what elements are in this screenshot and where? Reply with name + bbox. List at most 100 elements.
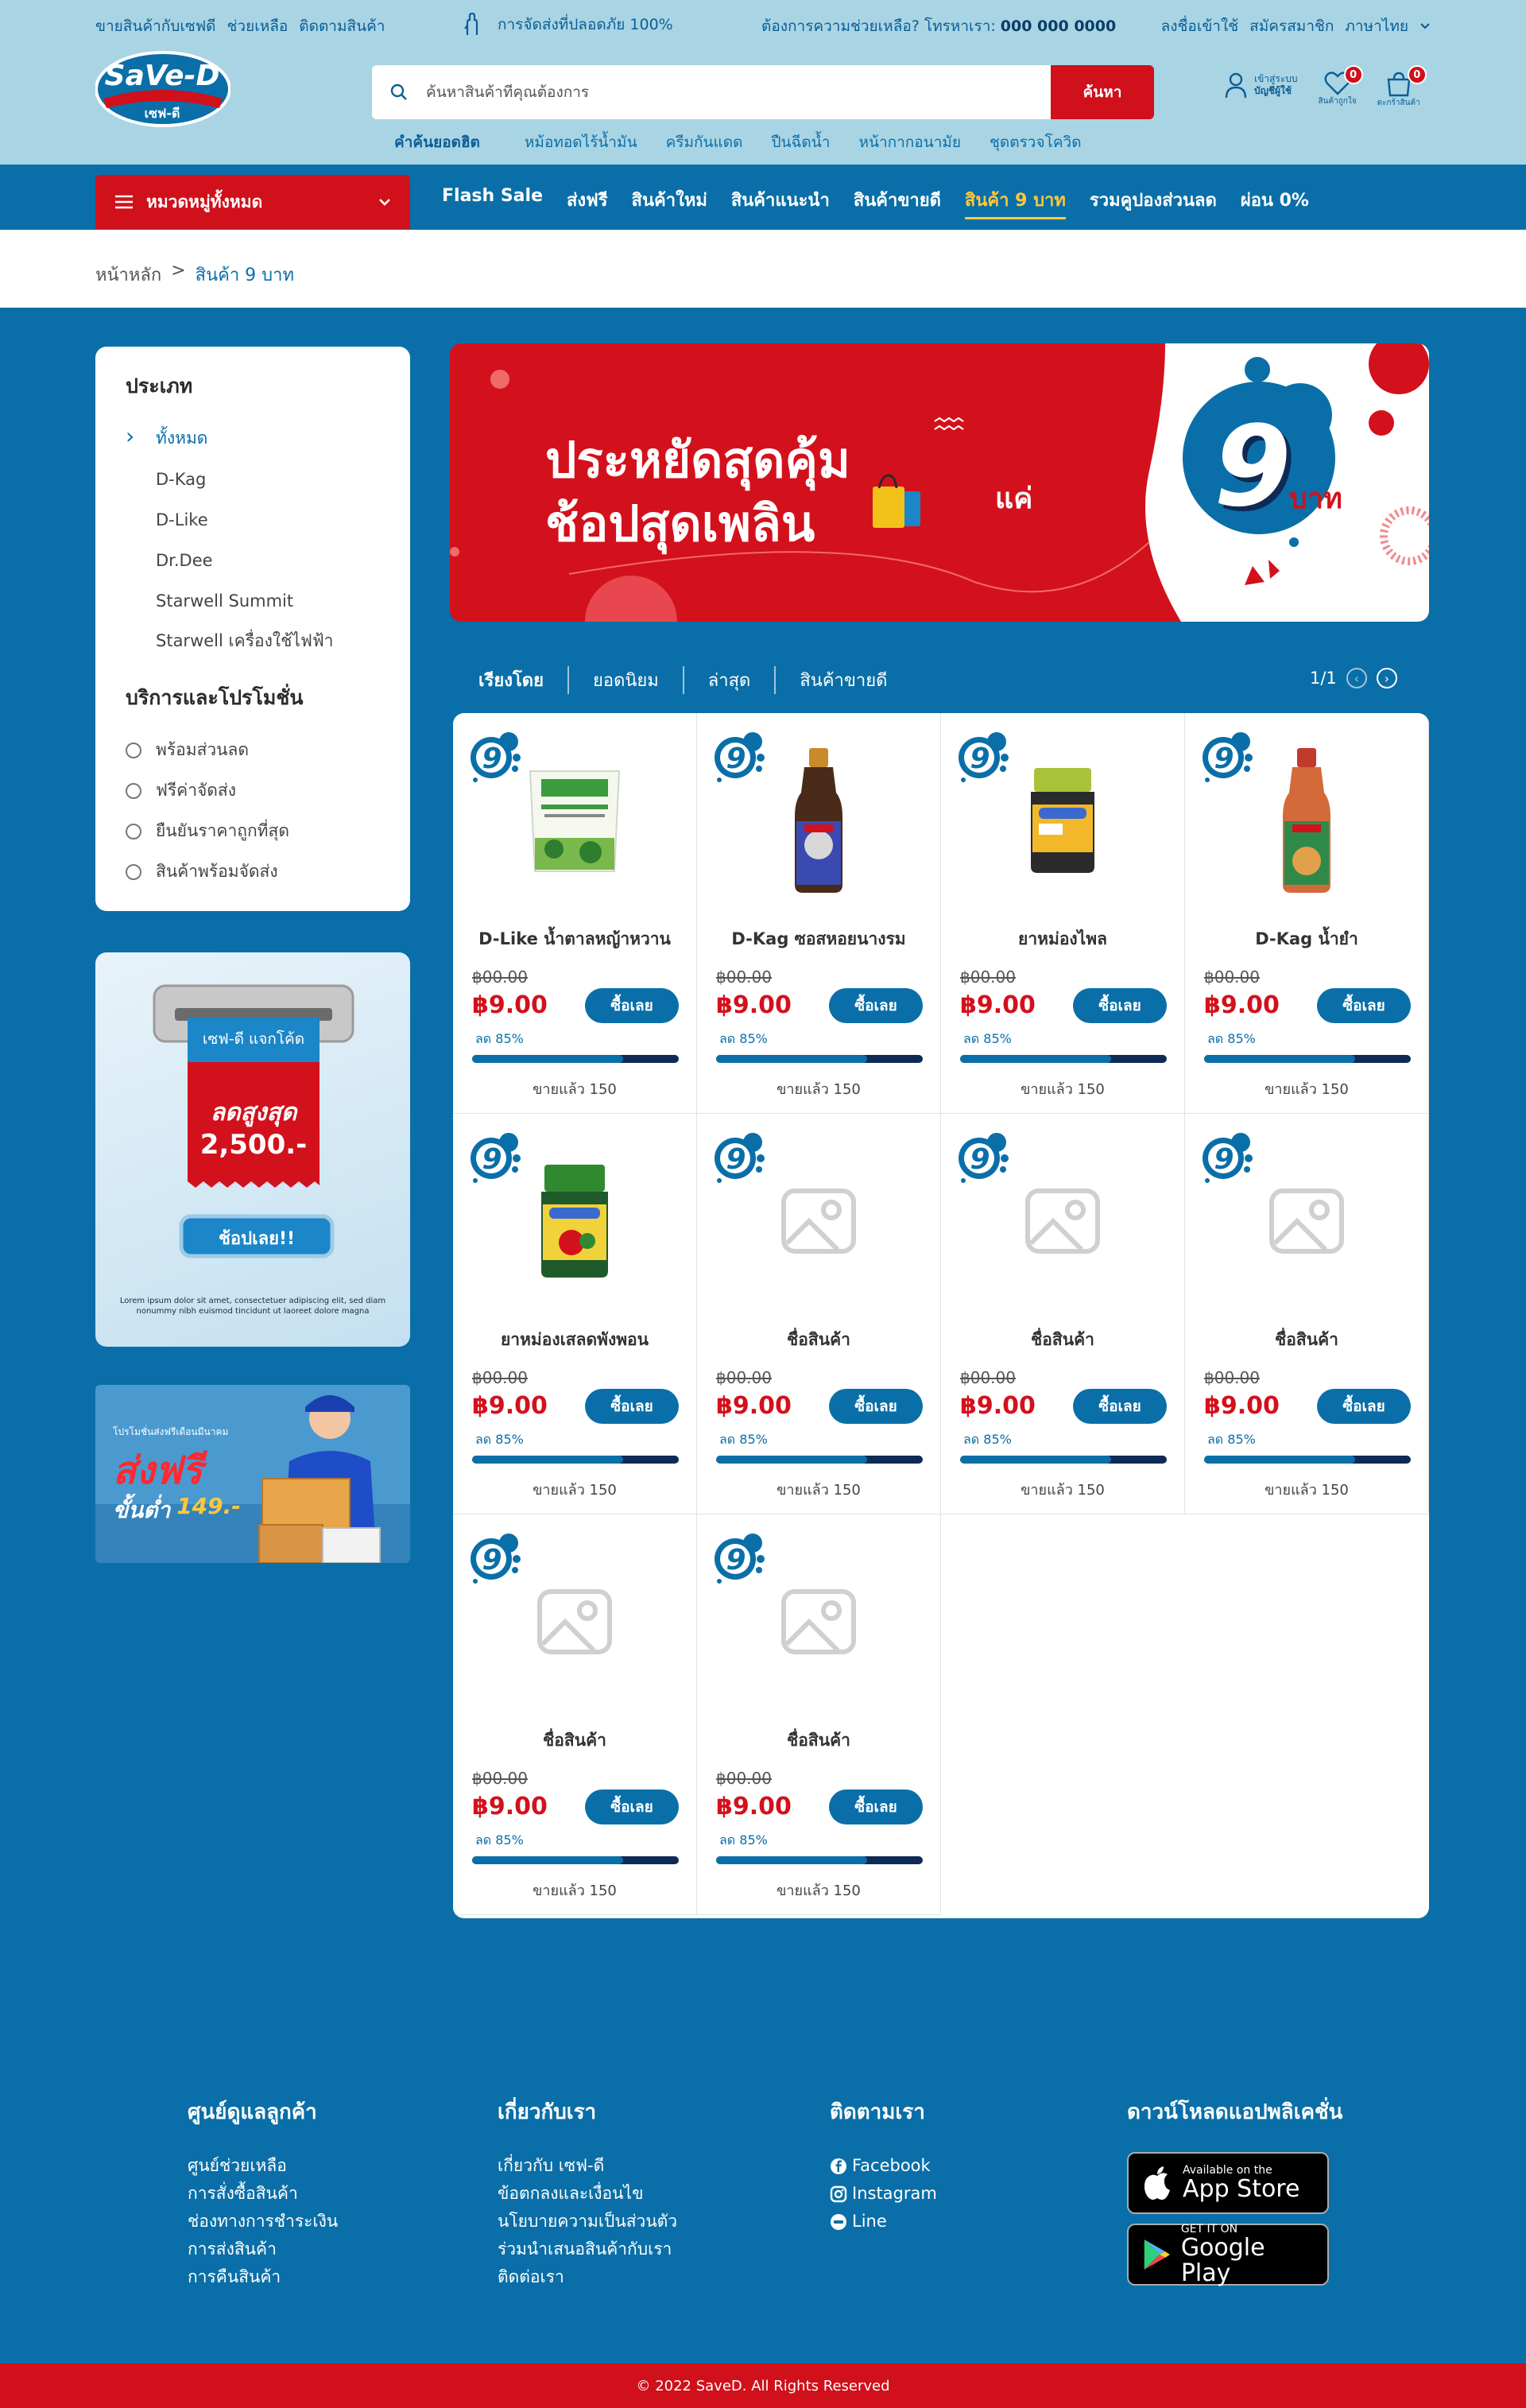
product-image[interactable] <box>515 1546 634 1697</box>
nav-free-shipping[interactable]: ส่งฟรี <box>567 186 608 219</box>
footer-link[interactable]: ติดต่อเรา <box>498 2263 677 2291</box>
product-card[interactable]: 9 ชื่อสินค้า ฿00.00 ฿9.00 ซื้อเลย ลด 85% ขายแล… <box>1185 1114 1429 1514</box>
coupon-ad[interactable]: เซฟ-ดี แจกโค้ด ลดสูงสุด 2,500.- ช้อปเลย!… <box>95 952 410 1347</box>
buy-now-button[interactable]: ซื้อเลย <box>585 1389 679 1424</box>
type-filter-dr-dee[interactable]: Dr.Dee <box>126 540 380 580</box>
login-link[interactable]: ลงชื่อเข้าใช้ <box>1161 14 1239 38</box>
language-select[interactable]: ภาษาไทย <box>1345 14 1408 38</box>
promo-filter-discount[interactable]: พร้อมส่วนลด <box>126 730 380 770</box>
footer-link[interactable]: ข้อตกลงและเงื่อนไข <box>498 2180 677 2208</box>
account-button[interactable]: เข้าสู่ระบบ บัญชีผู้ใช้ <box>1224 72 1298 99</box>
product-name[interactable]: D-Like น้ำตาลหญ้าหวาน <box>453 926 696 952</box>
product-image[interactable] <box>759 1546 878 1697</box>
product-image[interactable] <box>1247 745 1366 896</box>
line-link[interactable]: Line <box>830 2208 937 2235</box>
chevron-down-icon[interactable] <box>1419 22 1431 30</box>
product-name[interactable]: ชื่อสินค้า <box>697 1727 940 1754</box>
product-card[interactable]: 9 ชื่อสินค้า ฿00.00 ฿9.00 ซื้อเลย ลด 85% ขายแล… <box>453 1514 697 1915</box>
footer-link[interactable]: ช่องทางการชำระเงิน <box>188 2208 338 2235</box>
nav-installment[interactable]: ผ่อน 0% <box>1241 186 1309 219</box>
footer-link[interactable]: การส่งสินค้า <box>188 2235 338 2263</box>
buy-now-button[interactable]: ซื้อเลย <box>1073 988 1167 1023</box>
hot-search-item[interactable]: หม้อทอดไร้น้ำมัน <box>525 130 637 154</box>
radio-button[interactable] <box>126 823 141 840</box>
nav-new-products[interactable]: สินค้าใหม่ <box>632 186 707 219</box>
product-name[interactable]: ชื่อสินค้า <box>453 1727 696 1754</box>
search-input[interactable] <box>426 83 1051 101</box>
type-filter-d-like[interactable]: D-Like <box>126 499 380 540</box>
link-help[interactable]: ช่วยเหลือ <box>227 14 289 38</box>
nav-9-baht[interactable]: สินค้า 9 บาท <box>964 186 1066 219</box>
search-button[interactable]: ค้นหา <box>1051 65 1154 119</box>
promo-filter-free-shipping[interactable]: ฟรีค่าจัดส่ง <box>126 770 380 811</box>
product-image[interactable] <box>515 745 634 896</box>
type-filter-starwell-summit[interactable]: Starwell Summit <box>126 580 380 621</box>
hot-search-item[interactable]: หน้ากากอนามัย <box>858 130 961 154</box>
promo-filter-ready-stock[interactable]: สินค้าพร้อมจัดส่ง <box>126 851 380 892</box>
buy-now-button[interactable]: ซื้อเลย <box>585 1790 679 1824</box>
buy-now-button[interactable]: ซื้อเลย <box>1073 1389 1167 1424</box>
radio-button[interactable] <box>126 742 141 758</box>
product-card[interactable]: 9 ชื่อสินค้า ฿00.00 ฿9.00 ซื้อเลย ลด 85% ขายแล… <box>697 1114 941 1514</box>
product-name[interactable]: ยาหม่องเสลดพังพอน <box>453 1327 696 1353</box>
product-card[interactable]: 9 ชื่อสินค้า ฿00.00 ฿9.00 ซื้อเลย ลด 85% ขายแล… <box>941 1114 1185 1514</box>
buy-now-button[interactable]: ซื้อเลย <box>585 988 679 1023</box>
nav-flash-sale[interactable]: Flash Sale <box>442 186 543 219</box>
product-card[interactable]: 9 D-Kag น้ำยำ ฿00.00 ฿9.00 ซื้อเลย ลด 85% ขายแ… <box>1185 713 1429 1114</box>
promo-banner[interactable]: ประหยัดสุดคุ้ม ช้อปสุดเพลิน แค่ 9 บาท <box>450 343 1429 622</box>
prev-page-icon[interactable]: ‹ <box>1346 668 1367 688</box>
product-name[interactable]: ชื่อสินค้า <box>941 1327 1184 1353</box>
footer-link[interactable]: เกี่ยวกับ เซฟ-ดี <box>498 2152 677 2180</box>
product-image[interactable] <box>515 1146 634 1297</box>
type-filter-all[interactable]: ทั้งหมด <box>126 418 380 459</box>
product-card[interactable]: 9 ยาหม่องเสลดพังพอน ฿00.00 ฿9.00 ซื้อเลย ลด 8… <box>453 1114 697 1514</box>
coupon-shop-button[interactable]: ช้อปเลย!! <box>181 1224 332 1252</box>
link-sell[interactable]: ขายสินค้ากับเซฟดี <box>95 14 216 38</box>
product-image[interactable] <box>759 745 878 896</box>
help-phone[interactable]: 000 000 0000 <box>1001 17 1116 35</box>
footer-link[interactable]: ศูนย์ช่วยเหลือ <box>188 2152 338 2180</box>
buy-now-button[interactable]: ซื้อเลย <box>829 1389 923 1424</box>
app-store-button[interactable]: Available on the App Store <box>1127 2152 1329 2214</box>
product-image[interactable] <box>1003 745 1122 896</box>
sort-popular[interactable]: ยอดนิยม <box>569 666 684 694</box>
hot-search-item[interactable]: ชุดตรวจโควิด <box>990 130 1082 154</box>
cart-button[interactable]: 0 ตะกร้าสินค้า <box>1377 65 1427 109</box>
product-name[interactable]: D-Kag ซอสหอยนางรม <box>697 926 940 952</box>
buy-now-button[interactable]: ซื้อเลย <box>1317 988 1411 1023</box>
promo-filter-lowest-price[interactable]: ยืนยันราคาถูกที่สุด <box>126 811 380 851</box>
footer-link[interactable]: นโยบายความเป็นส่วนตัว <box>498 2208 677 2235</box>
all-categories-button[interactable]: หมวดหมู่ทั้งหมด <box>95 175 410 229</box>
buy-now-button[interactable]: ซื้อเลย <box>829 1790 923 1824</box>
product-name[interactable]: ชื่อสินค้า <box>697 1327 940 1353</box>
product-card[interactable]: 9 ชื่อสินค้า ฿00.00 ฿9.00 ซื้อเลย ลด 85% ขายแล… <box>697 1514 941 1915</box>
radio-button[interactable] <box>126 782 141 799</box>
sort-latest[interactable]: ล่าสุด <box>684 666 777 694</box>
product-image[interactable] <box>759 1146 878 1297</box>
nav-recommended[interactable]: สินค้าแนะนำ <box>731 186 830 219</box>
buy-now-button[interactable]: ซื้อเลย <box>829 988 923 1023</box>
nav-coupons[interactable]: รวมคูปองส่วนลด <box>1090 186 1217 219</box>
footer-link[interactable]: การสั่งซื้อสินค้า <box>188 2180 338 2208</box>
type-filter-d-kag[interactable]: D-Kag <box>126 459 380 499</box>
breadcrumb-home[interactable]: หน้าหลัก <box>95 261 161 289</box>
nav-best-sellers[interactable]: สินค้าขายดี <box>854 186 941 219</box>
product-image[interactable] <box>1247 1146 1366 1297</box>
wishlist-button[interactable]: 0 สินค้าถูกใจ <box>1319 65 1363 107</box>
type-filter-starwell-electric[interactable]: Starwell เครื่องใช้ไฟฟ้า <box>126 621 380 661</box>
radio-button[interactable] <box>126 863 141 880</box>
sort-best-selling[interactable]: สินค้าขายดี <box>776 666 911 694</box>
footer-link[interactable]: ร่วมนำเสนอสินค้ากับเรา <box>498 2235 677 2263</box>
product-name[interactable]: ชื่อสินค้า <box>1185 1327 1428 1353</box>
next-page-icon[interactable]: › <box>1376 668 1397 688</box>
hot-search-item[interactable]: ปืนฉีดน้ำ <box>771 130 830 154</box>
product-card[interactable]: 9 D-Kag ซอสหอยนางรม ฿00.00 ฿9.00 ซื้อเลย ลด 8… <box>697 713 941 1114</box>
logo[interactable]: SaVe-D เซฟ-ดี <box>95 49 230 129</box>
product-name[interactable]: ยาหม่องไพล <box>941 926 1184 952</box>
facebook-link[interactable]: Facebook <box>830 2152 937 2180</box>
product-name[interactable]: D-Kag น้ำยำ <box>1185 926 1428 952</box>
hot-search-item[interactable]: ครีมกันแดด <box>666 130 743 154</box>
register-link[interactable]: สมัครสมาชิก <box>1249 14 1334 38</box>
product-card[interactable]: 9 ยาหม่องไพล ฿00.00 ฿9.00 ซื้อเลย ลด 85% ขายแล… <box>941 713 1185 1114</box>
buy-now-button[interactable]: ซื้อเลย <box>1317 1389 1411 1424</box>
